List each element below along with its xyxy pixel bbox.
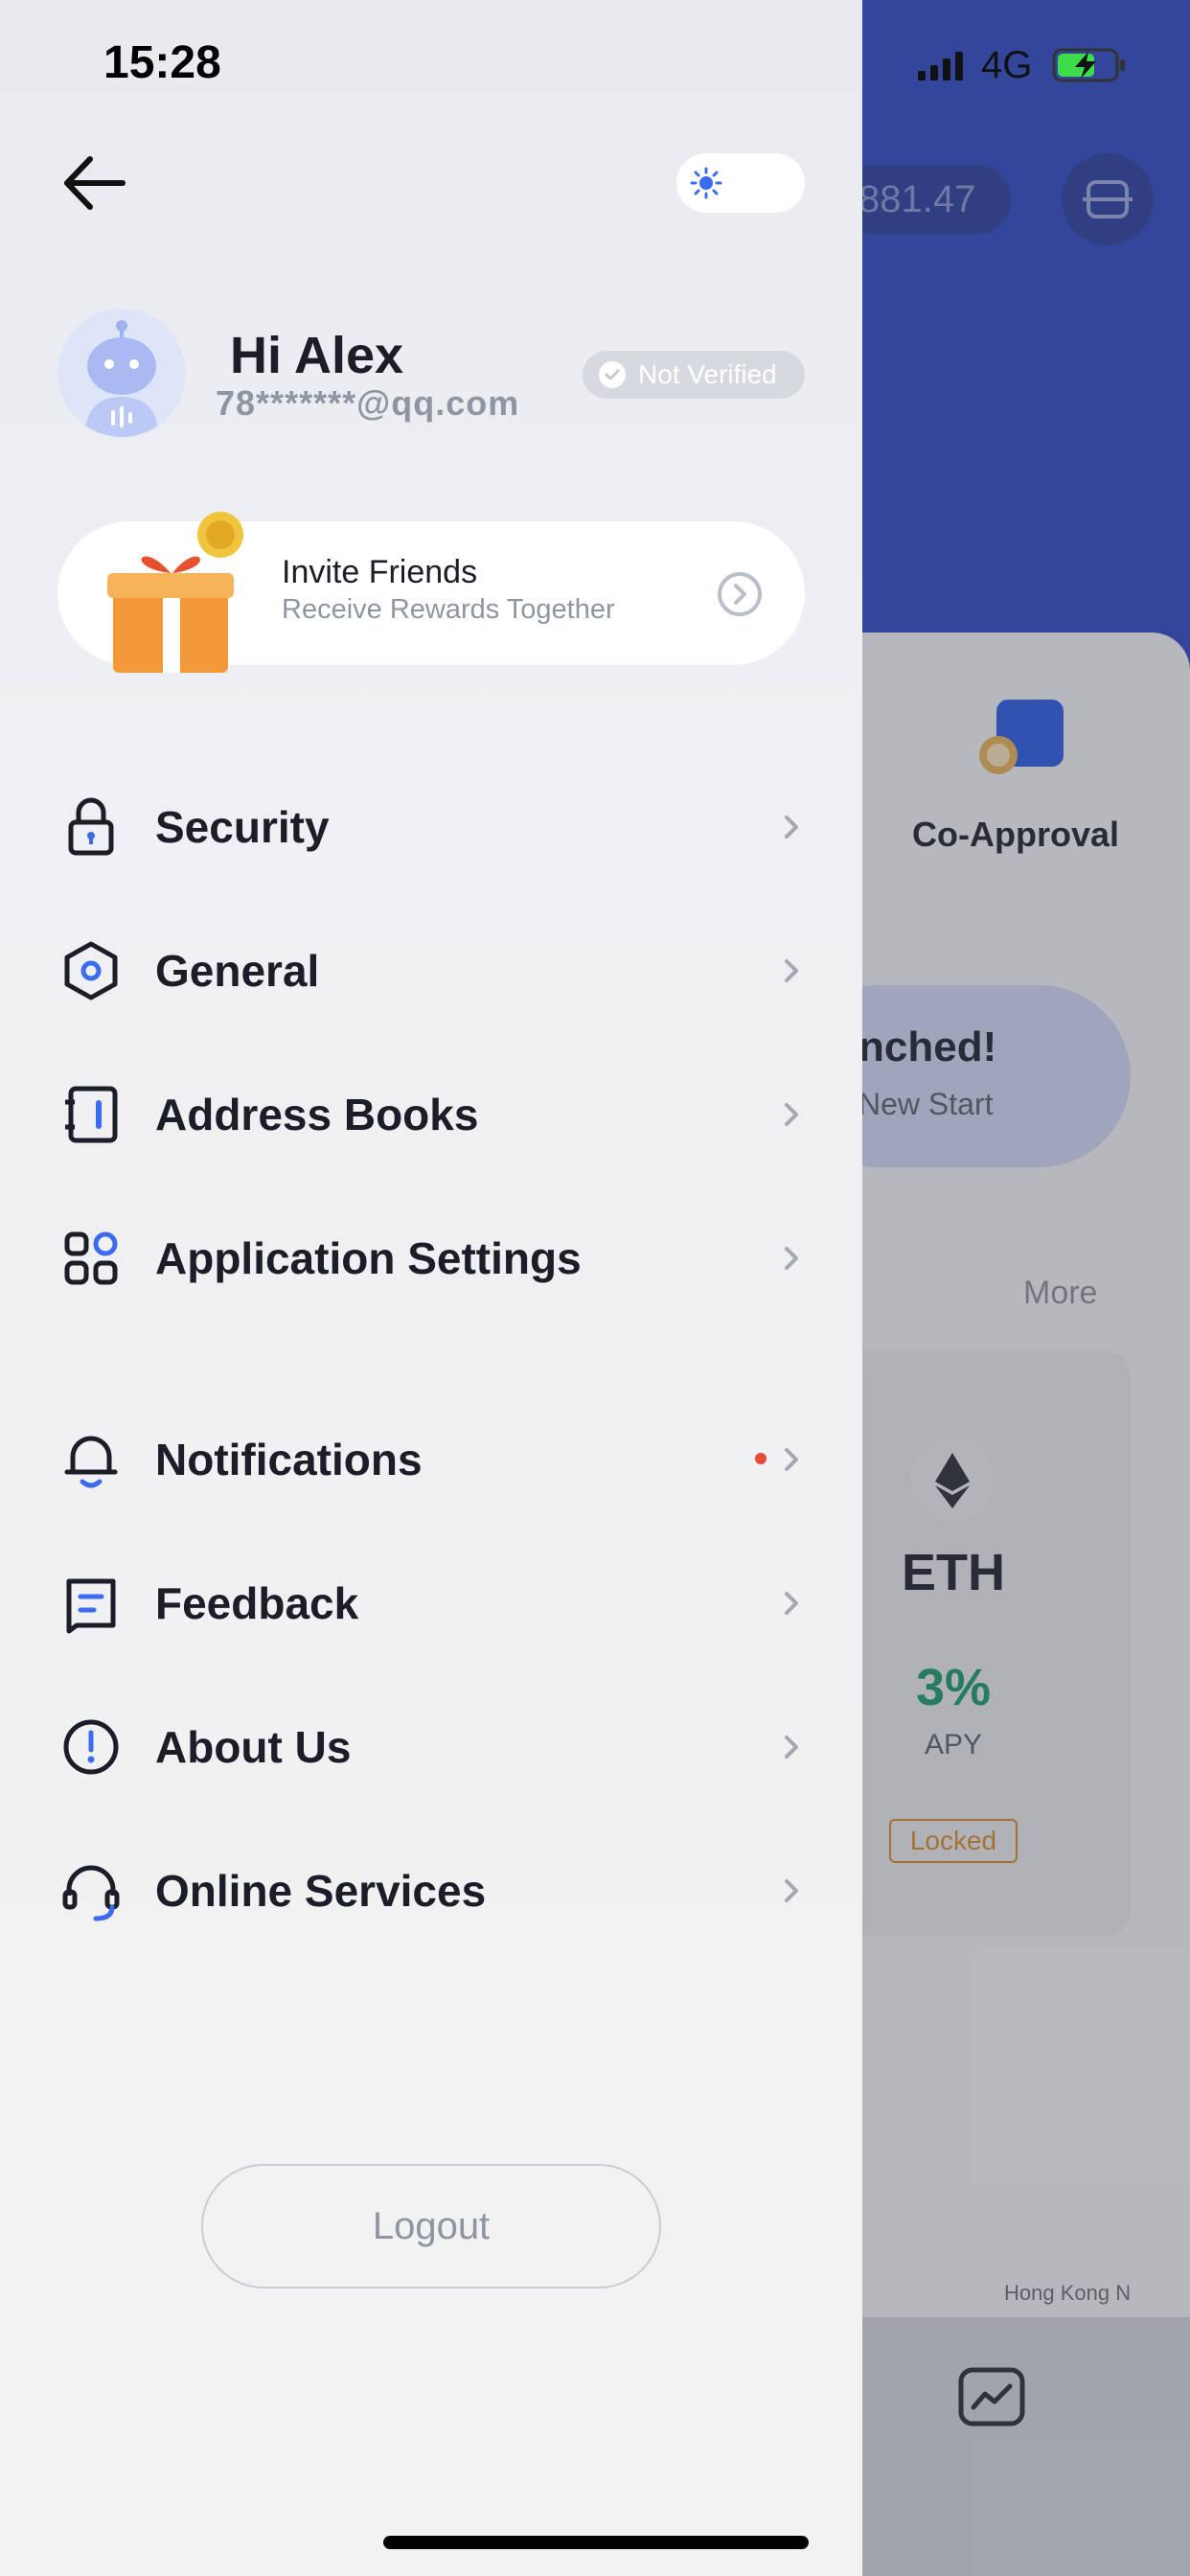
chevron-right-icon — [785, 1736, 798, 1759]
apps-grid-icon — [64, 1231, 118, 1285]
user-email: 78*******@qq.com — [216, 383, 520, 423]
menu-label-general: General — [155, 946, 320, 996]
chevron-circle-right-icon — [718, 572, 762, 616]
headset-icon — [62, 1865, 120, 1921]
invite-subtitle: Receive Rewards Together — [282, 594, 615, 625]
side-drawer: 15:28 Hi Alex 78*******@qq.com Not Verif… — [0, 0, 862, 2576]
chevron-right-icon — [785, 1448, 798, 1471]
network-type: 4G — [981, 44, 1033, 86]
menu-item-feedback[interactable]: Feedback — [0, 1551, 862, 1656]
status-bar-right: 4G — [918, 44, 1133, 86]
menu-label-about-us: About Us — [155, 1722, 352, 1772]
back-arrow-icon[interactable] — [61, 153, 128, 213]
gift-box-icon — [107, 512, 243, 673]
menu-item-address-books[interactable]: Address Books — [0, 1062, 862, 1167]
check-circle-icon — [599, 361, 626, 388]
invite-title: Invite Friends — [282, 554, 478, 590]
bell-icon — [64, 1436, 118, 1488]
menu-item-online-services[interactable]: Online Services — [0, 1838, 862, 1944]
info-icon — [63, 1719, 119, 1775]
menu-label-feedback: Feedback — [155, 1578, 359, 1628]
sun-icon — [682, 159, 730, 207]
menu-item-notifications[interactable]: Notifications — [0, 1407, 862, 1512]
chevron-right-icon — [785, 1592, 798, 1615]
verification-status: Not Verified — [638, 359, 777, 389]
chevron-right-icon — [785, 816, 798, 839]
greeting: Hi Alex — [230, 327, 404, 384]
address-book-icon — [65, 1086, 118, 1143]
lock-icon — [68, 797, 114, 856]
hexagon-settings-icon — [64, 941, 118, 1000]
chevron-right-icon — [785, 1103, 798, 1126]
chevron-right-icon — [785, 1247, 798, 1270]
battery-charging-icon — [1052, 48, 1125, 82]
menu-label-application-settings: Application Settings — [155, 1233, 582, 1283]
status-time: 15:28 — [103, 37, 221, 88]
menu-item-general[interactable]: General — [0, 918, 862, 1024]
avatar[interactable] — [57, 309, 186, 437]
home-indicator[interactable] — [383, 2536, 809, 2549]
chevron-right-icon — [785, 1879, 798, 1902]
menu-item-about-us[interactable]: About Us — [0, 1694, 862, 1800]
menu-label-security: Security — [155, 802, 330, 852]
notification-dot — [755, 1453, 767, 1464]
logout-button[interactable]: Logout — [201, 2164, 661, 2288]
signal-icon — [918, 52, 963, 80]
menu-label-address-books: Address Books — [155, 1090, 479, 1139]
menu-label-notifications: Notifications — [155, 1435, 423, 1484]
menu-label-online-services: Online Services — [155, 1866, 487, 1916]
menu-item-security[interactable]: Security — [0, 774, 862, 880]
robot-avatar-icon — [84, 320, 159, 437]
logout-label: Logout — [372, 2204, 491, 2247]
chevron-right-icon — [785, 959, 798, 982]
menu-item-application-settings[interactable]: Application Settings — [0, 1206, 862, 1311]
feedback-icon — [66, 1578, 116, 1634]
verification-badge[interactable]: Not Verified — [583, 351, 805, 399]
